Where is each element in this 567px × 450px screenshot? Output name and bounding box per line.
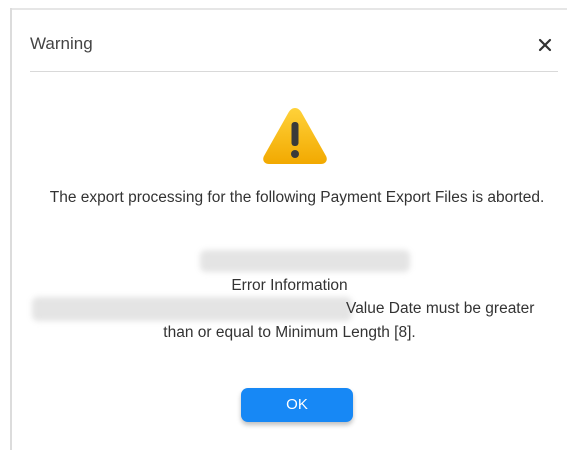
error-detail-line2: than or equal to Minimum Length [8].: [163, 324, 416, 341]
abort-message: The export processing for the following …: [49, 189, 545, 206]
error-detail-line1: Value Date must be greater: [346, 300, 535, 317]
redacted-file-name: [200, 250, 410, 272]
ok-button[interactable]: OK: [241, 388, 353, 422]
close-icon: [538, 38, 552, 52]
close-button[interactable]: [534, 34, 556, 56]
warning-dialog: Warning The export processing for the fo…: [12, 10, 567, 450]
error-information-heading: Error Information: [231, 277, 348, 294]
warning-triangle-icon: [263, 108, 327, 164]
screenshot-frame: Warning The export processing for the fo…: [0, 0, 567, 450]
dialog-title: Warning: [30, 34, 93, 53]
title-divider: [30, 71, 558, 72]
redacted-error-field: [32, 297, 352, 321]
